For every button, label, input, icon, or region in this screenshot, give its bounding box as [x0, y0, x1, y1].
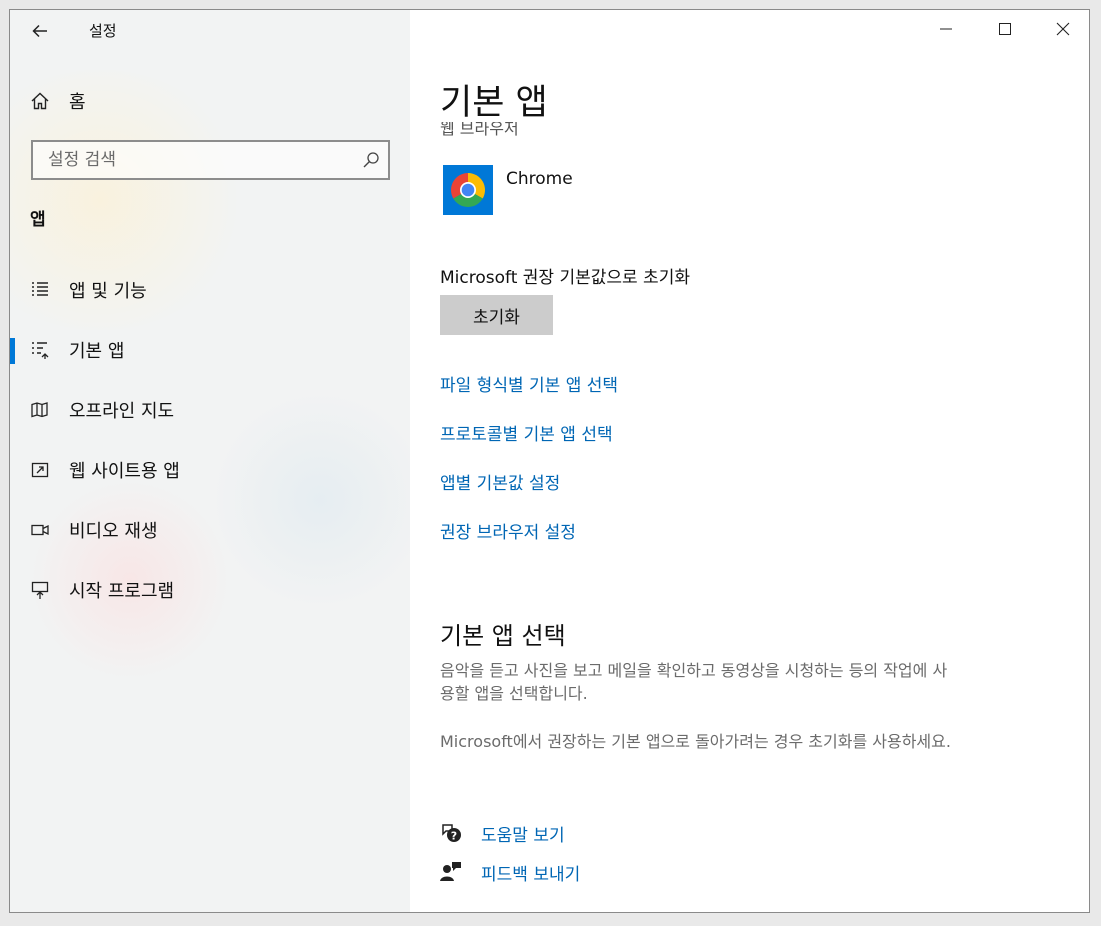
svg-text:?: ? [451, 830, 457, 843]
sidebar-item-home[interactable]: 홈 [30, 88, 86, 114]
sidebar-item-video-playback[interactable]: 비디오 재생 [10, 508, 410, 552]
help-icon: ? [442, 824, 461, 843]
settings-window: 설정 홈 앱 앱 및 기능 기본 앱 오프라인 지도 웹 사이트용 앱 [9, 9, 1090, 913]
feedback-link[interactable]: 피드백 보내기 [481, 860, 580, 885]
minimize-button[interactable] [918, 10, 974, 48]
link-set-defaults-by-app[interactable]: 앱별 기본값 설정 [440, 469, 560, 494]
sidebar-item-label: 오프라인 지도 [69, 401, 175, 422]
sidebar: 설정 홈 앱 앱 및 기능 기본 앱 오프라인 지도 웹 사이트용 앱 [10, 10, 430, 912]
search-icon[interactable] [362, 151, 380, 169]
feedback-row[interactable]: 피드백 보내기 [440, 859, 580, 885]
search-box[interactable] [31, 140, 390, 180]
default-browser-name: Chrome [506, 169, 573, 189]
minimize-icon [940, 28, 952, 30]
sidebar-item-default-apps[interactable]: 기본 앱 [10, 328, 410, 372]
sidebar-item-label: 시작 프로그램 [69, 581, 175, 602]
sidebar-item-label: 앱 및 기능 [69, 281, 147, 302]
reset-description: Microsoft에서 권장하는 기본 앱으로 돌아가려는 경우 초기화를 사용… [440, 732, 951, 751]
chrome-icon [451, 173, 485, 207]
sidebar-item-label: 웹 사이트용 앱 [69, 461, 180, 482]
link-choose-by-protocol[interactable]: 프로토콜별 기본 앱 선택 [440, 420, 613, 445]
sidebar-item-startup[interactable]: 시작 프로그램 [10, 568, 410, 612]
section-description-line2: 용할 앱을 선택합니다. [440, 684, 588, 703]
sidebar-item-label: 홈 [69, 92, 86, 113]
sidebar-item-label: 기본 앱 [69, 341, 125, 362]
back-arrow-icon [32, 24, 47, 38]
window-title: 설정 [89, 22, 117, 40]
video-icon [31, 524, 49, 536]
close-button[interactable] [1035, 10, 1089, 48]
sidebar-item-web-apps[interactable]: 웹 사이트용 앱 [10, 448, 410, 492]
sidebar-item-offline-maps[interactable]: 오프라인 지도 [10, 388, 410, 432]
feedback-icon [440, 862, 461, 881]
default-browser-button[interactable] [443, 165, 493, 215]
web-app-icon [31, 462, 49, 478]
section-description-line1: 음악을 듣고 사진을 보고 메일을 확인하고 동영상을 시청하는 등의 작업에 … [440, 661, 948, 680]
close-icon [1056, 22, 1070, 36]
back-button[interactable] [27, 18, 53, 44]
page-title: 기본 앱 [440, 83, 548, 123]
link-recommended-browser[interactable]: 권장 브라우저 설정 [440, 518, 576, 543]
sidebar-item-apps-features[interactable]: 앱 및 기능 [10, 268, 410, 312]
list-icon [32, 282, 48, 296]
main-content: 기본 앱 웹 브라우저 Chrome Microsoft 권장 기본값으로 초기… [410, 10, 1089, 912]
help-row[interactable]: ? 도움말 보기 [440, 820, 565, 846]
home-icon [31, 92, 49, 110]
section-label: 앱 [30, 210, 46, 230]
sidebar-item-label: 비디오 재생 [69, 521, 158, 542]
maximize-icon [999, 23, 1011, 35]
link-choose-by-file-type[interactable]: 파일 형식별 기본 앱 선택 [440, 371, 618, 396]
default-apps-icon [32, 342, 49, 359]
maximize-button[interactable] [977, 10, 1033, 48]
map-icon [31, 402, 48, 418]
search-input[interactable] [46, 142, 360, 178]
reset-heading: Microsoft 권장 기본값으로 초기화 [440, 268, 690, 288]
web-browser-label: 웹 브라우저 [440, 122, 519, 136]
help-link[interactable]: 도움말 보기 [481, 821, 565, 846]
section-title: 기본 앱 선택 [440, 622, 566, 650]
reset-button[interactable]: 초기화 [440, 295, 553, 335]
startup-icon [31, 581, 49, 599]
